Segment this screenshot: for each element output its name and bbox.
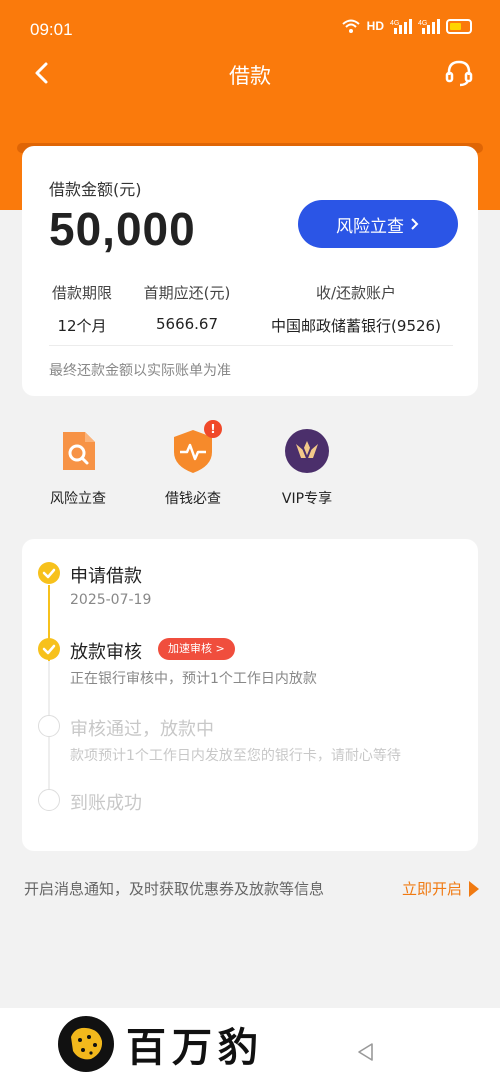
triangle-right-icon [469,880,479,897]
loan-amount: 50,000 [49,203,196,255]
chevron-right-icon [411,218,419,230]
step-title: 到账成功 [70,793,142,814]
signal-icon-1: 4G [390,19,412,34]
wifi-icon [341,19,360,33]
watermark-text: 百万豹 [126,1024,264,1071]
quick-link-must-check[interactable]: ! 借钱必查 [138,420,248,508]
progress-card: 申请借款 2025-07-19 放款审核 加速审核 > 正在银行审核中，预计1个… [22,539,478,851]
account-value: 中国邮政储蓄银行(9526) [271,317,441,335]
quick-link-label: 风险立查 [50,491,106,507]
account-info: 收/还款账户 中国邮政储蓄银行(9526) [260,282,452,336]
triangle-back-icon [358,1043,373,1061]
customer-service-button[interactable] [444,58,474,88]
enable-notification-link[interactable]: 立即开启 [402,878,480,899]
step-title: 审核通过，放款中 [70,719,214,740]
first-payment-info: 首期应还(元) 5666.67 [139,282,235,333]
notification-prompt: 开启消息通知，及时获取优惠券及放款等信息 立即开启 [24,878,480,899]
nav-bar: 借款 [0,50,500,96]
step-subtitle: 正在银行审核中，预计1个工作日内放款 [70,671,317,687]
loan-card: 借款金额(元) 50,000 风险立查 借款期限 12个月 首期应还(元) 56… [22,146,478,396]
quick-link-risk-check[interactable]: 风险立查 [23,428,133,508]
leopard-logo-icon [58,1016,114,1072]
status-time: 09:01 [30,20,73,39]
vip-crown-icon [284,428,330,474]
step-subtitle: 2025-07-19 [70,592,152,608]
shield-pulse-icon: ! [170,420,222,474]
document-search-icon [55,428,101,474]
pending-circle-icon [38,715,60,737]
system-back-button[interactable] [356,1042,376,1062]
step-title: 申请借款 [70,566,142,587]
amount-label: 借款金额(元) [49,180,142,199]
headset-icon [445,60,473,87]
page-title: 借款 [229,64,271,88]
status-indicators: HD 4G 4G [341,18,472,34]
step-title: 放款审核 [70,642,142,663]
check-icon [38,638,60,660]
quick-link-label: 借钱必查 [165,491,221,507]
watermark: 百万豹 [58,1015,264,1073]
risk-check-label: 风险立查 [336,216,404,237]
risk-check-button[interactable]: 风险立查 [298,200,458,248]
notification-text: 开启消息通知，及时获取优惠券及放款等信息 [24,880,325,898]
hd-label: HD [366,19,384,33]
svg-text:4G: 4G [418,20,427,27]
first-payment-label: 首期应还(元) [143,284,231,302]
enable-notification-label: 立即开启 [401,880,462,898]
divider [49,345,453,346]
quick-links: 风险立查 ! 借钱必查 VIP专享 [0,420,500,518]
term-info: 借款期限 12个月 [49,282,115,336]
term-value: 12个月 [57,317,107,335]
quick-link-label: VIP专享 [281,491,333,507]
check-icon [38,562,60,584]
repayment-note: 最终还款金额以实际账单为准 [49,363,231,379]
svg-text:4G: 4G [390,20,399,27]
battery-icon [446,18,472,34]
account-label: 收/还款账户 [315,284,397,302]
term-label: 借款期限 [51,284,112,302]
first-payment-value: 5666.67 [155,315,219,333]
quick-link-vip[interactable]: VIP专享 [252,428,362,508]
speed-up-review-tag[interactable]: 加速审核 > [158,638,235,660]
signal-icon-2: 4G [418,19,440,34]
alert-badge: ! [204,420,222,438]
pending-circle-icon [38,789,60,811]
step-subtitle: 款项预计1个工作日内发放至您的银行卡，请耐心等待 [70,748,401,764]
